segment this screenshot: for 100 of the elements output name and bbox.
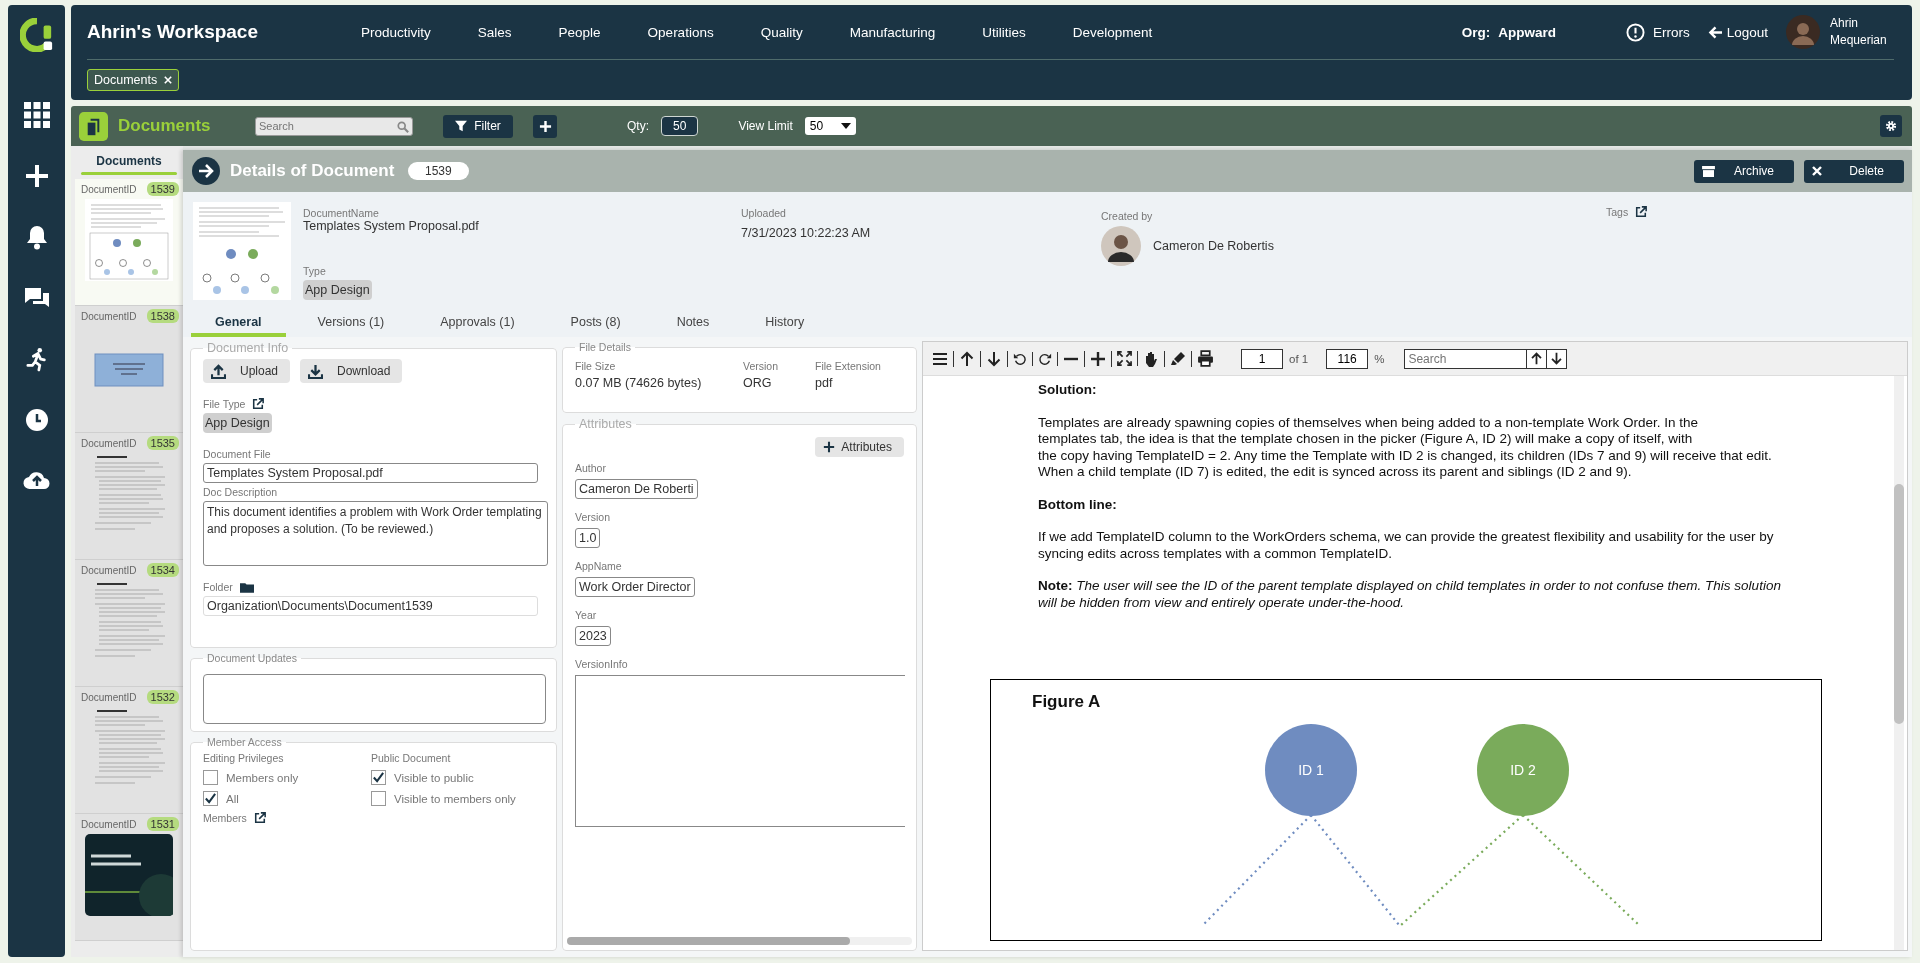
errors-link[interactable]: Errors bbox=[1652, 24, 1690, 40]
attribute-field[interactable]: 1.0 bbox=[575, 528, 601, 548]
document-name: Templates System Proposal.pdf bbox=[303, 219, 480, 233]
open-tab-label[interactable]: Documents bbox=[94, 73, 158, 87]
document-id-label: DocumentID bbox=[81, 437, 137, 449]
upload-button[interactable]: Upload bbox=[203, 359, 291, 383]
document-list-item[interactable]: DocumentID 1534 bbox=[75, 560, 183, 687]
node-label: ID 1 bbox=[1298, 762, 1324, 778]
tab[interactable]: History bbox=[741, 304, 829, 337]
description-field[interactable]: This document identifies a problem with Work Order templating and proposes a solution. (To be reviewed.) bbox=[203, 501, 548, 566]
nav-menu-item[interactable]: Sales bbox=[477, 24, 512, 40]
field-label: File Type bbox=[203, 398, 246, 410]
logo-icon[interactable] bbox=[19, 18, 54, 52]
tab[interactable]: Posts (8) bbox=[546, 304, 645, 337]
logout-link[interactable]: Logout bbox=[1726, 24, 1768, 40]
attribute-field[interactable]: 2023 bbox=[575, 626, 611, 646]
archive-button[interactable]: Archive bbox=[1694, 159, 1794, 183]
nav-menu-item[interactable]: Operations bbox=[647, 24, 714, 40]
next-match-button[interactable] bbox=[1546, 349, 1567, 368]
tab[interactable]: Versions (1) bbox=[293, 304, 409, 337]
nav-menu-item[interactable]: Quality bbox=[760, 24, 803, 40]
field-value: ORG bbox=[743, 376, 773, 390]
attribute-field[interactable]: Cameron De Roberti bbox=[575, 479, 698, 499]
view-limit-dropdown[interactable]: 50 bbox=[804, 117, 857, 135]
document-list-item[interactable]: DocumentID 1539 bbox=[75, 179, 183, 306]
qty-field[interactable]: 50 bbox=[661, 116, 699, 136]
nav-menu-item[interactable]: Development bbox=[1072, 24, 1153, 40]
horizontal-scrollbar[interactable] bbox=[567, 937, 912, 945]
org-label: Org: bbox=[1461, 24, 1491, 40]
document-list-item[interactable]: DocumentID 1538 bbox=[75, 306, 183, 433]
external-link-icon[interactable] bbox=[1635, 206, 1648, 218]
settings-button[interactable] bbox=[1880, 115, 1902, 137]
checkbox-label: Visible to members only bbox=[394, 792, 516, 805]
checkbox[interactable] bbox=[203, 770, 218, 785]
running-person-icon[interactable] bbox=[25, 346, 48, 372]
add-attribute-button[interactable]: Attributes bbox=[815, 437, 904, 457]
field-label: Uploaded bbox=[741, 207, 787, 219]
external-link-icon[interactable] bbox=[253, 812, 266, 824]
open-tab[interactable]: Documents bbox=[87, 69, 180, 91]
plus-icon bbox=[538, 119, 552, 133]
tab[interactable]: Notes bbox=[652, 304, 734, 337]
folder-field[interactable]: Organization\Documents\Document1539 bbox=[203, 596, 538, 616]
checkbox[interactable] bbox=[203, 791, 218, 806]
vertical-scrollbar[interactable] bbox=[1894, 376, 1904, 950]
filter-icon bbox=[455, 120, 468, 132]
search-field[interactable]: Search bbox=[255, 116, 413, 136]
panel-legend: Document Updates bbox=[203, 652, 301, 664]
external-link-icon[interactable] bbox=[252, 398, 265, 410]
field-label: Tags bbox=[1606, 206, 1629, 218]
document-id-badge: 1538 bbox=[146, 309, 179, 323]
close-icon[interactable] bbox=[164, 76, 173, 84]
folder-icon[interactable] bbox=[239, 581, 254, 593]
download-button[interactable]: Download bbox=[300, 359, 403, 383]
nav-menu-item[interactable]: Utilities bbox=[982, 24, 1026, 40]
document-list-item[interactable]: DocumentID 1532 bbox=[75, 687, 183, 814]
field-label: Members bbox=[203, 812, 247, 824]
updates-field[interactable] bbox=[203, 674, 546, 724]
attribute-field[interactable]: Work Order Director bbox=[575, 577, 695, 597]
alert-icon[interactable] bbox=[1625, 22, 1645, 42]
field-value: pdf bbox=[815, 376, 834, 390]
user-avatar[interactable] bbox=[1786, 15, 1820, 49]
panel-legend: File Details bbox=[575, 341, 635, 353]
filter-button[interactable]: Filter bbox=[443, 114, 513, 138]
field-label: Version bbox=[743, 360, 780, 372]
nav-menu-item[interactable]: Productivity bbox=[361, 24, 431, 40]
bell-icon[interactable] bbox=[24, 224, 49, 250]
document-file-field[interactable]: Templates System Proposal.pdf bbox=[203, 463, 538, 483]
plus-icon[interactable] bbox=[24, 164, 49, 188]
checkbox[interactable] bbox=[371, 770, 386, 785]
details-title: Details of Document bbox=[230, 161, 396, 181]
version-info-field[interactable] bbox=[575, 675, 905, 827]
field-label: VersionInfo bbox=[575, 658, 628, 670]
field-label: Editing Privileges bbox=[203, 752, 285, 764]
arrow-right-icon[interactable] bbox=[192, 157, 220, 185]
document-id-label: DocumentID bbox=[81, 310, 137, 322]
settings-icon bbox=[1885, 120, 1897, 132]
chat-icon[interactable] bbox=[23, 286, 50, 310]
pdf-search-field[interactable]: Search bbox=[1405, 349, 1528, 368]
delete-button[interactable]: Delete bbox=[1804, 159, 1904, 183]
nav-menu-item[interactable]: People bbox=[558, 24, 601, 40]
tab[interactable]: Approvals (1) bbox=[416, 304, 539, 337]
field-label: File Size bbox=[575, 360, 617, 372]
user-name[interactable]: Ahrin Mequerian bbox=[1830, 15, 1894, 49]
grid-icon[interactable] bbox=[23, 102, 50, 128]
previous-match-button[interactable] bbox=[1527, 349, 1547, 368]
document-list-item[interactable]: DocumentID 1531 bbox=[75, 814, 183, 941]
zoom-field[interactable]: 116 bbox=[1326, 348, 1369, 369]
page-number-field[interactable]: 1 bbox=[1241, 348, 1283, 369]
search-icon[interactable] bbox=[397, 120, 409, 133]
checkbox[interactable] bbox=[371, 791, 386, 806]
nav-menu-item[interactable]: Manufacturing bbox=[849, 24, 936, 40]
pdf-heading: Bottom line: bbox=[1038, 496, 1118, 513]
add-button[interactable] bbox=[533, 114, 557, 138]
field-label: Folder bbox=[203, 581, 233, 593]
document-list-item[interactable]: DocumentID 1535 bbox=[75, 433, 183, 560]
user-avatar bbox=[1101, 226, 1141, 266]
clock-icon[interactable] bbox=[24, 408, 49, 432]
plus-icon bbox=[823, 441, 836, 453]
node-label: ID 2 bbox=[1510, 762, 1536, 778]
arrow-left-icon[interactable] bbox=[1707, 25, 1723, 39]
